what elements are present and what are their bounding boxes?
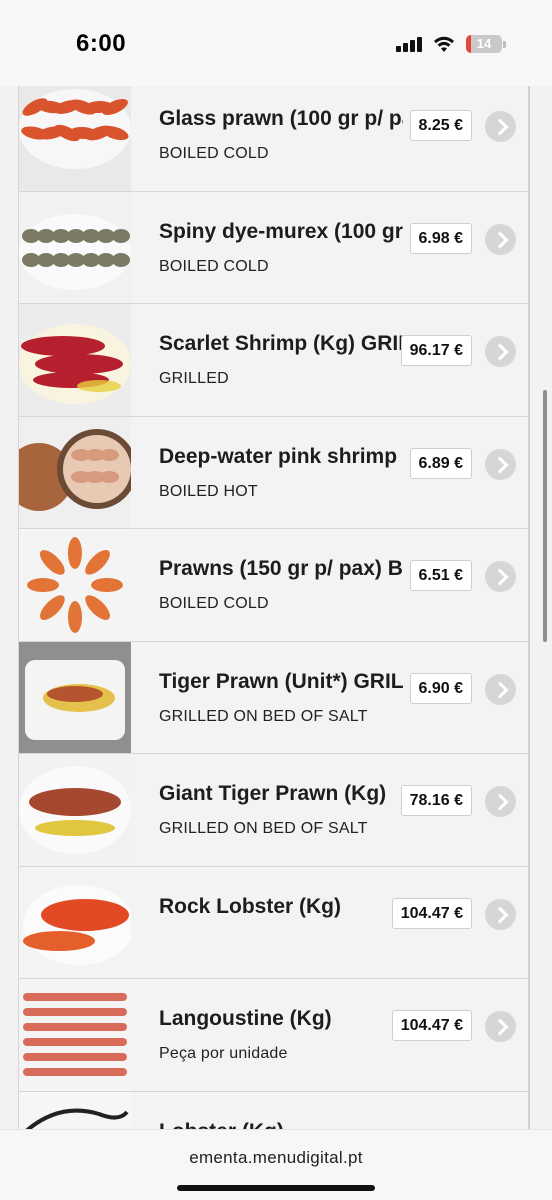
food-photo	[19, 529, 131, 641]
langoustine-photo	[19, 979, 131, 1091]
tiger-prawn-photo	[19, 641, 131, 753]
food-photo	[19, 79, 131, 191]
status-bar: 6:00 14	[0, 0, 552, 86]
item-description: BOILED COLD	[159, 257, 269, 275]
pink-shrimp-photo	[19, 416, 131, 528]
price-tag: 6.89 €	[409, 447, 472, 479]
menu-item[interactable]: Langoustine (Kg) Peça por unidade 104.47…	[19, 979, 528, 1092]
menu-item[interactable]: Prawns (150 gr p/ pax) BOILED BOILED COL…	[19, 529, 528, 642]
murex-photo	[19, 191, 131, 303]
chevron-right-icon[interactable]	[485, 336, 516, 367]
browser-url-bar[interactable]: ementa.menudigital.pt	[0, 1129, 552, 1200]
scarlet-shrimp-photo	[19, 304, 131, 416]
chevron-right-icon[interactable]	[485, 673, 516, 705]
menu-item[interactable]: Rock Lobster (Kg) 104.47 €	[19, 866, 528, 979]
price-tag: 96.17 €	[400, 335, 472, 366]
item-name: Tiger Prawn (Unit*) GRILLED	[159, 669, 403, 693]
price-tag: 78.16 €	[400, 785, 472, 816]
cellular-signal-icon	[396, 36, 422, 52]
price-tag: 104.47 €	[391, 1010, 472, 1041]
item-description: Peça por unidade	[159, 1045, 288, 1062]
item-description: BOILED HOT	[159, 482, 258, 500]
food-photo	[19, 191, 131, 303]
glass-prawn-photo	[19, 79, 131, 191]
item-description: GRILLED ON BED OF SALT	[159, 707, 368, 725]
item-description: GRILLED ON BED OF SALT	[159, 820, 368, 837]
lobster-photo	[19, 1091, 131, 1129]
chevron-right-icon[interactable]	[485, 111, 516, 142]
price-tag: 6.90 €	[409, 672, 472, 704]
url-text[interactable]: ementa.menudigital.pt	[0, 1148, 552, 1168]
food-photo	[19, 866, 131, 978]
status-time: 6:00	[76, 30, 127, 57]
chevron-right-icon[interactable]	[485, 561, 516, 592]
menu-list[interactable]: Glass prawn (100 gr p/ pax) BOILED COLD …	[18, 79, 530, 1129]
menu-item[interactable]: Glass prawn (100 gr p/ pax) BOILED COLD …	[19, 79, 528, 192]
item-description: BOILED COLD	[159, 595, 269, 612]
item-name: Spiny dye-murex (100 gr p/ pax)	[159, 219, 403, 243]
chevron-right-icon[interactable]	[485, 1011, 516, 1042]
giant-tiger-prawn-photo	[19, 754, 131, 866]
price-tag: 104.47 €	[391, 897, 472, 929]
menu-item[interactable]: Lobster (Kg)	[19, 1091, 528, 1130]
chevron-right-icon[interactable]	[485, 448, 516, 480]
prawns-photo	[19, 529, 131, 641]
rock-lobster-photo	[19, 866, 131, 978]
food-photo	[19, 641, 131, 753]
food-photo	[19, 979, 131, 1091]
item-description: BOILED COLD	[159, 145, 269, 162]
item-name: Lobster (Kg)	[159, 1120, 403, 1130]
food-photo	[19, 754, 131, 866]
menu-item[interactable]: Giant Tiger Prawn (Kg) GRILLED ON BED OF…	[19, 754, 528, 867]
item-name: Langoustine (Kg)	[159, 1007, 332, 1030]
home-indicator[interactable]	[177, 1185, 375, 1191]
menu-item[interactable]: Tiger Prawn (Unit*) GRILLED GRILLED ON B…	[19, 641, 528, 754]
chevron-right-icon[interactable]	[485, 786, 516, 817]
battery-tip	[503, 41, 506, 48]
item-name: Prawns (150 gr p/ pax) BOILED	[159, 557, 403, 580]
price-tag: 6.98 €	[409, 222, 472, 254]
battery-icon: 14	[466, 35, 502, 53]
chevron-right-icon[interactable]	[485, 223, 516, 255]
battery-level: 14	[476, 36, 492, 51]
food-photo	[19, 1091, 131, 1129]
menu-item[interactable]: Spiny dye-murex (100 gr p/ pax) BOILED C…	[19, 191, 528, 304]
food-photo	[19, 304, 131, 416]
food-photo	[19, 416, 131, 528]
menu-item[interactable]: Deep-water pink shrimp BOILED HOT 6.89 €	[19, 416, 528, 529]
item-name: Deep-water pink shrimp	[159, 444, 398, 468]
menu-item[interactable]: Scarlet Shrimp (Kg) GRILLED GRILLED 96.1…	[19, 304, 528, 417]
price-tag: 8.25 €	[409, 110, 472, 141]
item-name: Scarlet Shrimp (Kg) GRILLED	[159, 332, 403, 355]
wifi-icon	[434, 36, 454, 52]
item-name: Giant Tiger Prawn (Kg)	[159, 782, 387, 805]
item-description: GRILLED	[159, 370, 229, 387]
item-name: Glass prawn (100 gr p/ pax)	[159, 107, 403, 130]
scrollbar[interactable]	[543, 390, 547, 642]
price-tag: 6.51 €	[409, 560, 472, 591]
item-name: Rock Lobster (Kg)	[159, 894, 342, 918]
chevron-right-icon[interactable]	[485, 898, 516, 930]
